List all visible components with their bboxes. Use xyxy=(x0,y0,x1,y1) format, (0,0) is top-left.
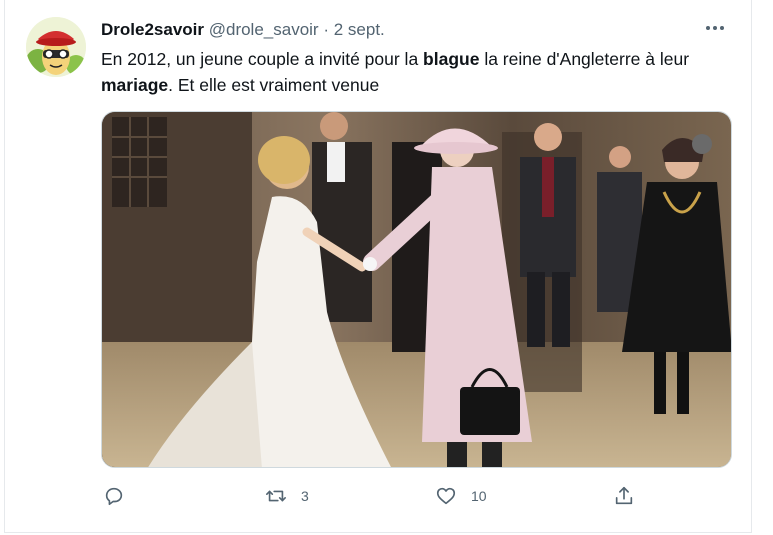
tweet-media-photo[interactable] xyxy=(101,111,732,468)
tweet-text-bold: mariage xyxy=(101,75,169,95)
tweet-date[interactable]: 2 sept. xyxy=(334,20,385,39)
reply-icon xyxy=(105,487,123,506)
tweet-text-part: la reine d'Angleterre à leur xyxy=(479,49,690,69)
tweet-text: En 2012, un jeune couple a invité pour l… xyxy=(101,46,741,98)
more-horizontal-icon xyxy=(706,26,724,30)
share-button[interactable] xyxy=(613,482,649,510)
more-options-button[interactable] xyxy=(701,18,729,38)
tweet-header: Drole2savoir @drole_savoir · 2 sept. xyxy=(101,20,385,40)
separator-dot: · xyxy=(323,20,330,39)
retweet-count: 3 xyxy=(301,488,309,504)
tweet-card[interactable]: Drole2savoir @drole_savoir · 2 sept. En … xyxy=(4,0,752,533)
tweet-actions: 3 10 xyxy=(101,482,641,512)
share-icon xyxy=(615,486,633,505)
avatar-image xyxy=(26,17,86,77)
reply-button[interactable] xyxy=(103,482,139,510)
retweet-icon xyxy=(266,490,286,502)
author-name[interactable]: Drole2savoir xyxy=(101,20,204,39)
like-button[interactable]: 10 xyxy=(435,482,487,510)
retweet-button[interactable]: 3 xyxy=(265,482,309,510)
avatar[interactable] xyxy=(26,17,86,77)
author-handle[interactable]: @drole_savoir xyxy=(209,20,319,39)
tweet-text-bold: blague xyxy=(423,49,480,69)
like-count: 10 xyxy=(471,488,487,504)
tweet-text-part: En 2012, un jeune couple a invité pour l… xyxy=(101,49,424,69)
tweet-text-part: . Et elle est vraiment venue xyxy=(168,75,380,95)
wedding-photo-image xyxy=(102,112,731,467)
heart-icon xyxy=(436,487,456,505)
